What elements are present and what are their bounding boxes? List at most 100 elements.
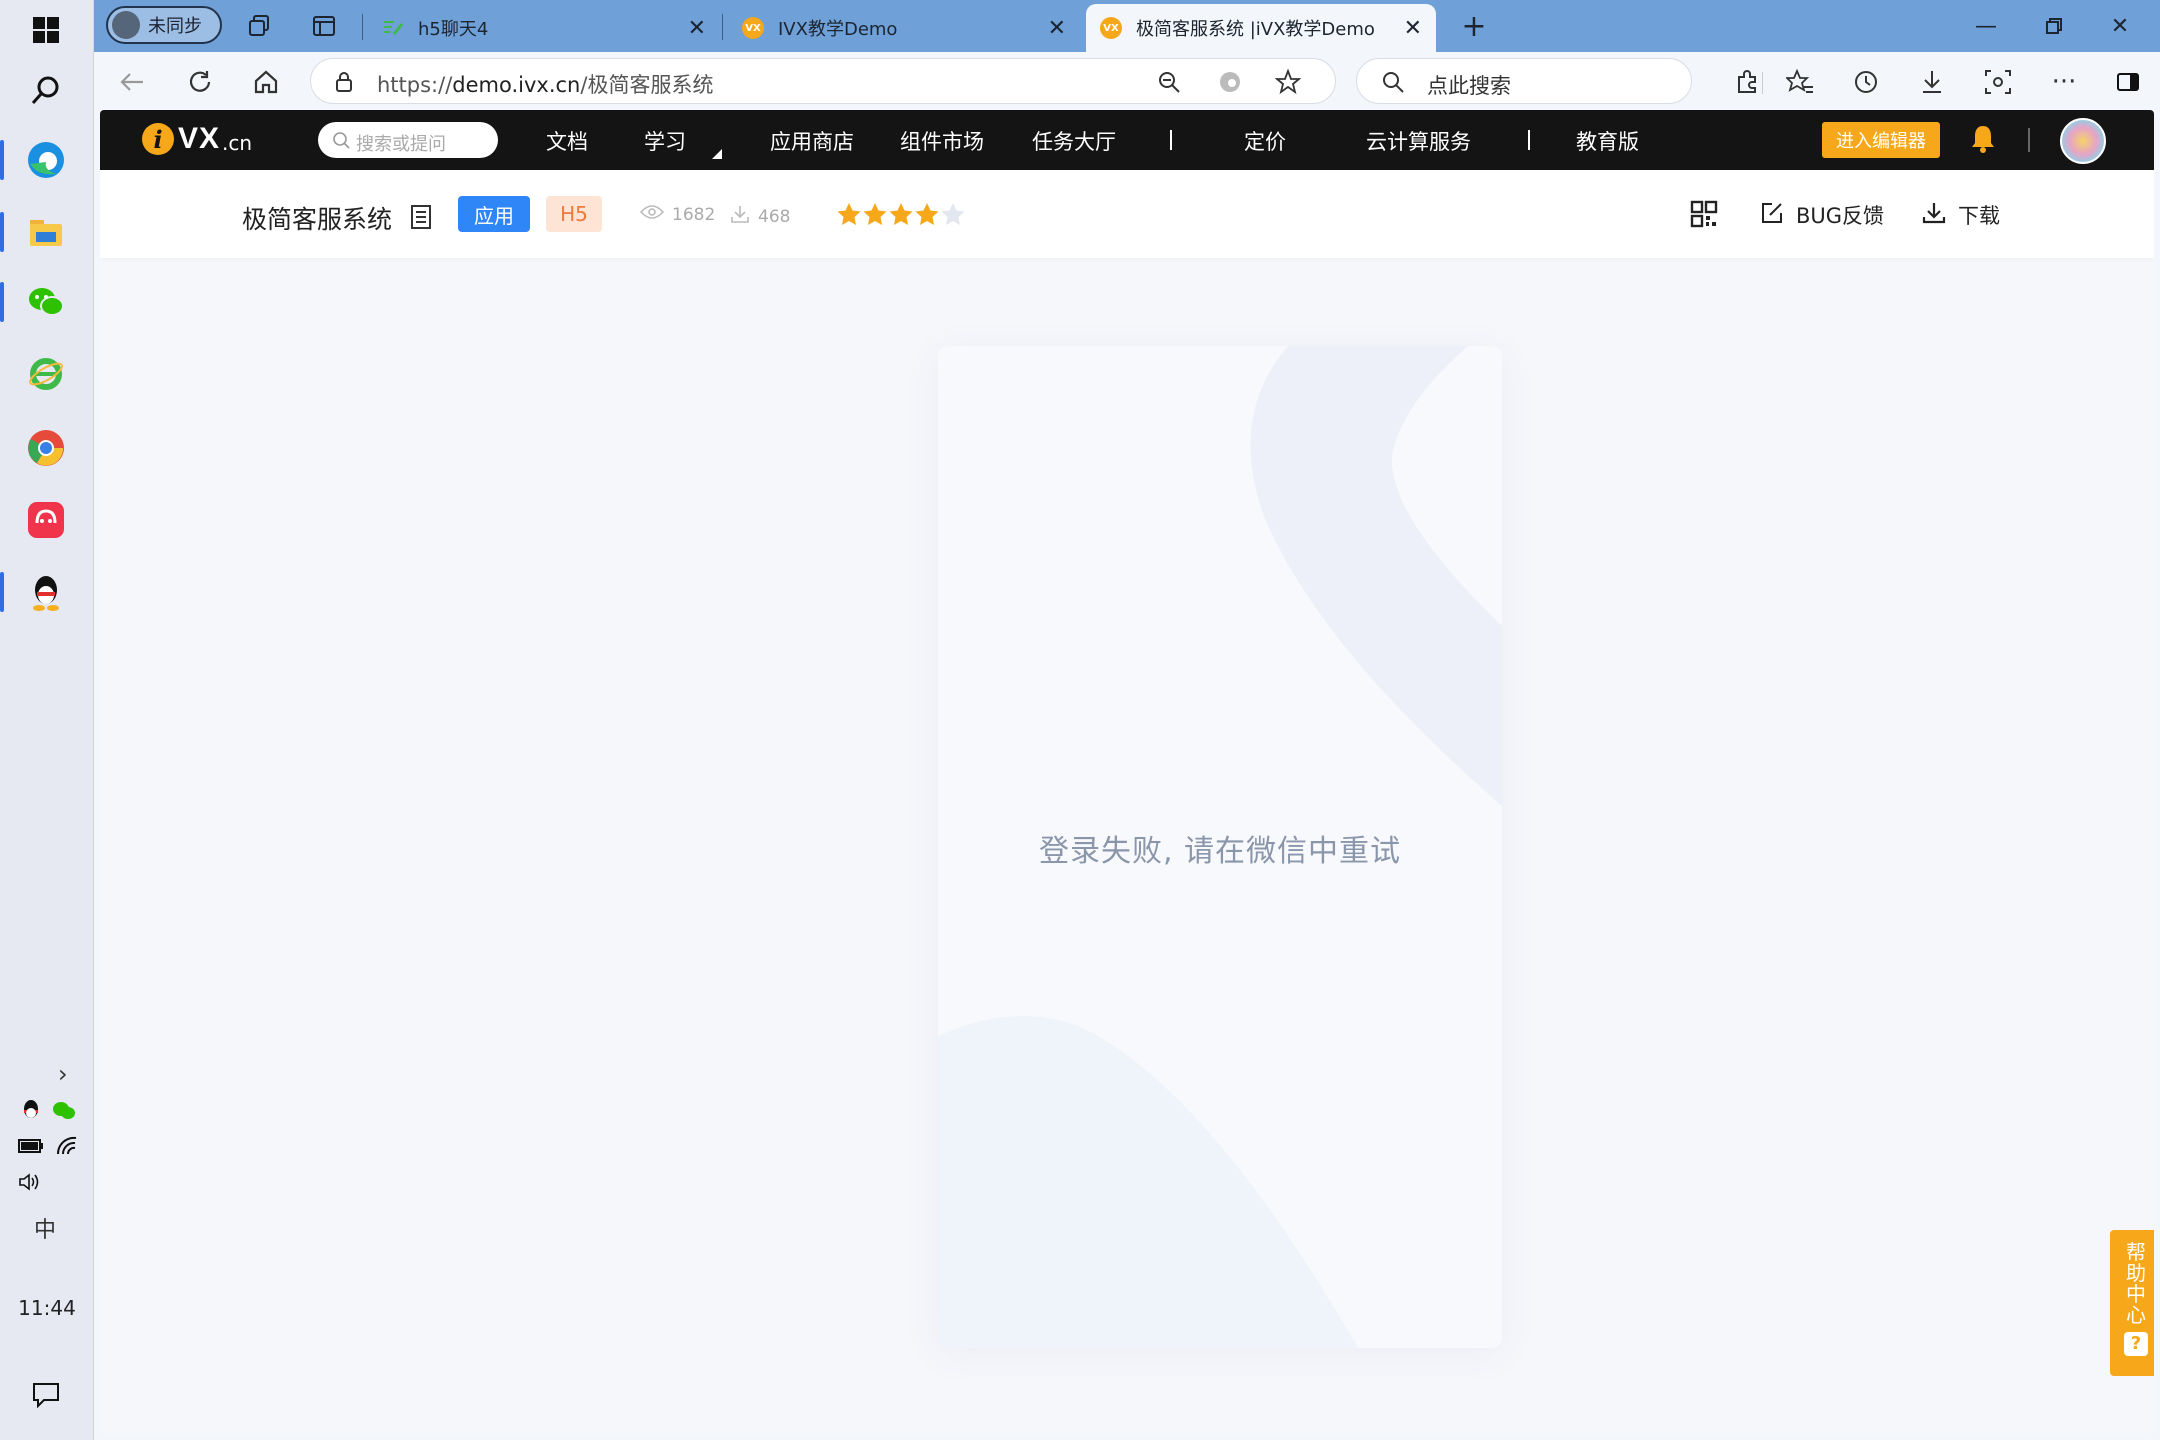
star-icon [863, 203, 887, 225]
tab-bar: 未同步 h5聊天4 ✕ VX IVX教学Demo ✕ VX 极简客服系统 |iV… [94, 0, 2160, 52]
search-placeholder: 点此搜索 [1427, 74, 1511, 98]
search-icon [332, 131, 350, 153]
nav-learn[interactable]: 学习 [644, 126, 686, 156]
notification-icon[interactable] [32, 1382, 60, 1413]
dropdown-caret-icon[interactable] [712, 144, 722, 163]
back-icon[interactable] [112, 62, 152, 102]
restore-icon[interactable] [2032, 6, 2076, 46]
nav-app-store[interactable]: 应用商店 [770, 126, 854, 156]
toolbar-separator [1762, 72, 1763, 94]
minimize-icon[interactable]: — [1964, 6, 2008, 46]
bell-icon[interactable] [1970, 124, 1996, 158]
tab-ivx-demo[interactable]: VX IVX教学Demo ✕ [728, 4, 1080, 52]
qq-icon[interactable] [0, 568, 70, 616]
help-question-icon: ? [2124, 1332, 2148, 1356]
downloads-icon[interactable] [1912, 62, 1952, 102]
nav-docs[interactable]: 文档 [546, 126, 588, 156]
help-center-label: 帮助中心 [2126, 1240, 2146, 1327]
app-preview-phone: 登录失败, 请在微信中重试 [938, 346, 1502, 1348]
bug-report-button[interactable]: BUG反馈 [1760, 200, 1884, 230]
url-scheme: https:// [377, 73, 453, 97]
help-center-button[interactable]: 帮助中心 ? [2110, 1230, 2154, 1376]
nav-pricing[interactable]: 定价 [1244, 126, 1286, 156]
nav-component-market[interactable]: 组件市场 [900, 126, 984, 156]
file-explorer-icon[interactable] [0, 208, 70, 256]
favorites-icon[interactable] [1780, 62, 1820, 102]
nav-task-hall[interactable]: 任务大厅 [1032, 126, 1116, 156]
download-button[interactable]: 下载 [1922, 200, 2000, 230]
qr-code-button[interactable] [1690, 200, 1718, 233]
ime-indicator[interactable]: 中 [34, 1212, 56, 1244]
tab-customer-service[interactable]: VX 极简客服系统 |iVX教学Demo ✕ [1086, 4, 1436, 52]
home-icon[interactable] [246, 62, 286, 102]
history-icon[interactable] [1846, 62, 1886, 102]
nav-divider [1528, 130, 1530, 150]
qr-code-icon [1690, 200, 1718, 233]
tab-h5-chat[interactable]: h5聊天4 ✕ [368, 4, 720, 52]
download-label: 下载 [1958, 204, 2000, 228]
browser-search-box[interactable]: 点此搜索 [1356, 58, 1692, 104]
tab-title: IVX教学Demo [778, 19, 898, 40]
battery-icon[interactable] [18, 1138, 44, 1159]
ivx-search-placeholder: 搜索或提问 [356, 134, 446, 155]
favorite-star-icon[interactable] [1274, 68, 1302, 99]
more-options-icon[interactable]: ··· [2044, 62, 2084, 102]
internet-explorer-icon[interactable] [22, 350, 70, 398]
chrome-icon[interactable] [22, 424, 70, 472]
star-icon [889, 203, 913, 225]
document-icon[interactable] [410, 204, 432, 234]
search-icon [1381, 70, 1405, 98]
sidebar-toggle-icon[interactable] [2108, 62, 2148, 102]
ivx-top-nav: i VX .cn 搜索或提问 文档 学习 应用商店 组件市场 任务大厅 定价 云… [100, 110, 2154, 170]
ivx-search-input[interactable]: 搜索或提问 [318, 122, 498, 158]
wifi-icon[interactable] [56, 1136, 78, 1161]
edge-browser-icon[interactable] [0, 136, 70, 184]
browser-window: 未同步 h5聊天4 ✕ VX IVX教学Demo ✕ VX 极简客服系统 |iV… [94, 0, 2160, 1440]
tab-separator [722, 14, 723, 40]
new-tab-icon[interactable]: + [1458, 9, 1490, 44]
profile-button[interactable]: 未同步 [106, 6, 222, 44]
close-window-icon[interactable]: ✕ [2098, 6, 2142, 46]
collections-icon[interactable] [244, 10, 276, 42]
lock-icon[interactable] [335, 71, 353, 97]
ivx-logo-icon: i [142, 123, 174, 155]
zoom-out-icon[interactable] [1157, 70, 1181, 98]
tab-title: h5聊天4 [418, 19, 489, 40]
close-icon[interactable]: ✕ [1048, 16, 1066, 41]
download-small-icon [730, 204, 750, 229]
eye-icon [639, 204, 665, 225]
close-icon[interactable]: ✕ [1404, 16, 1422, 41]
star-icon [837, 203, 861, 225]
browser-toolbar: https://demo.ivx.cn/极简客服系统 点此搜索 ··· [94, 52, 2160, 110]
windows-start-icon[interactable] [22, 6, 70, 54]
screenshot-icon[interactable] [1978, 62, 2018, 102]
avatar[interactable] [2060, 118, 2106, 164]
ivx-favicon-icon: VX [742, 17, 764, 39]
ivx-logo[interactable]: i VX .cn [142, 122, 252, 156]
wechat-icon[interactable] [0, 278, 70, 326]
nav-cloud-service[interactable]: 云计算服务 [1366, 126, 1471, 156]
search-icon[interactable] [22, 66, 70, 114]
chevron-right-icon[interactable]: › [58, 1060, 68, 1088]
refresh-icon[interactable] [180, 62, 220, 102]
nav-divider [1170, 130, 1172, 150]
view-count-value: 1682 [672, 204, 716, 225]
url-text: https://demo.ivx.cn/极简客服系统 [377, 69, 713, 99]
tab-title: 极简客服系统 |iVX教学Demo [1136, 19, 1375, 40]
login-error-message: 登录失败, 请在微信中重试 [1038, 834, 1402, 869]
logo-text: VX [178, 122, 221, 155]
volume-icon[interactable] [18, 1172, 42, 1197]
qq-tray-icon[interactable] [20, 1098, 42, 1127]
address-bar[interactable]: https://demo.ivx.cn/极简客服系统 [310, 58, 1336, 104]
profile-label: 未同步 [148, 16, 202, 37]
tab-actions-icon[interactable] [308, 10, 340, 42]
enter-editor-button[interactable]: 进入编辑器 [1822, 122, 1940, 158]
close-icon[interactable]: ✕ [688, 16, 706, 41]
taskbar-clock[interactable]: 11:44 [0, 1296, 94, 1320]
red-app-icon[interactable] [22, 496, 70, 544]
wechat-tray-icon[interactable] [52, 1100, 76, 1125]
read-aloud-icon[interactable] [1217, 69, 1243, 99]
download-icon [1922, 201, 1946, 230]
nav-education[interactable]: 教育版 [1576, 126, 1639, 156]
bug-report-label: BUG反馈 [1796, 204, 1885, 228]
